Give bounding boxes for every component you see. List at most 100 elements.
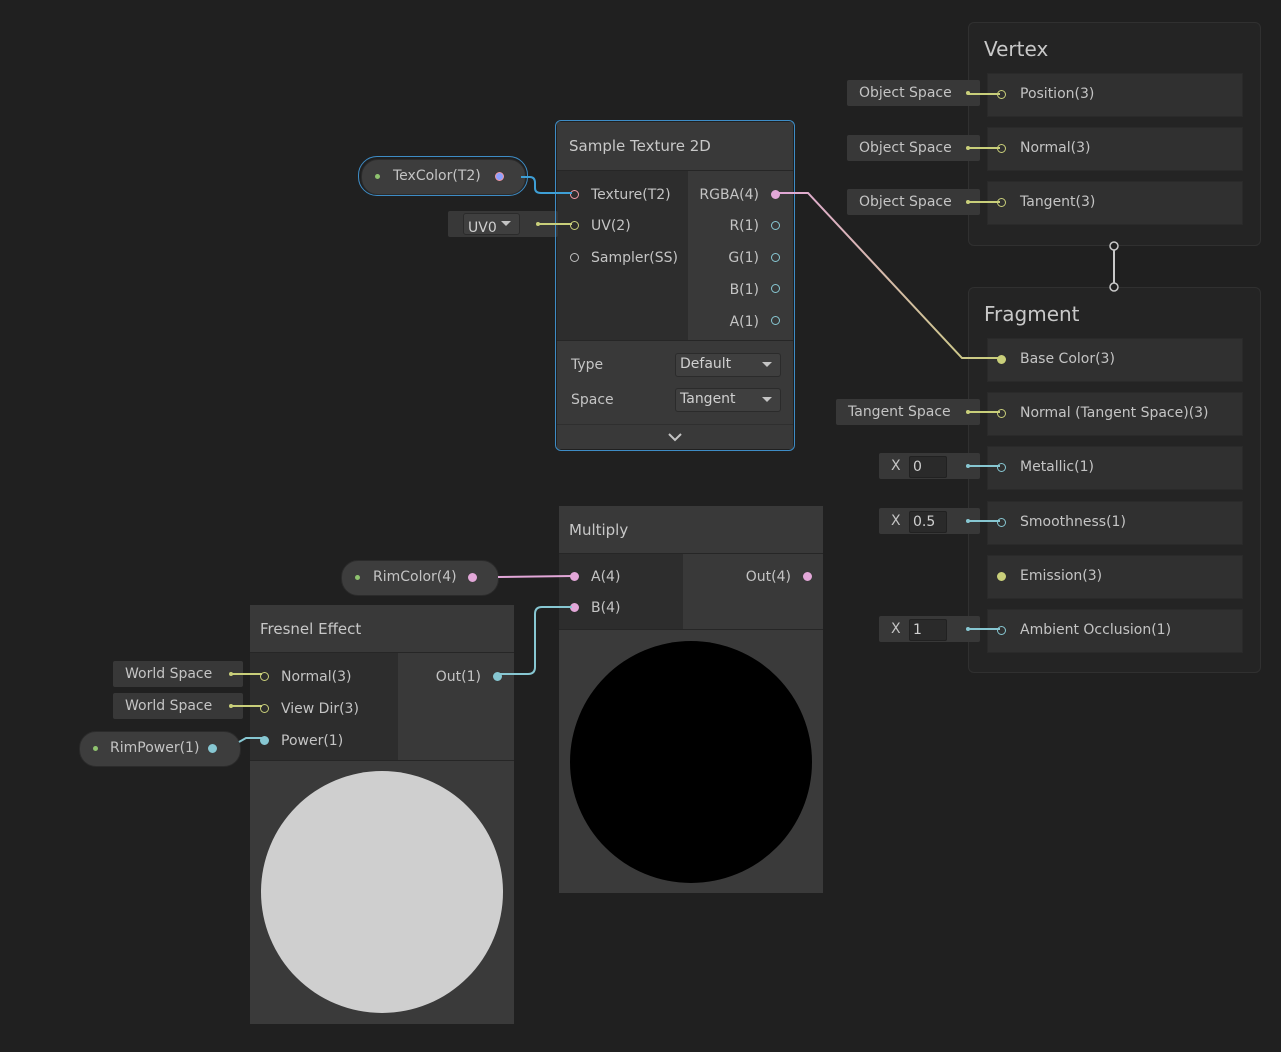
- wire-rgba-basecolor: [778, 192, 1000, 359]
- ao-value-field[interactable]: 1: [909, 619, 947, 641]
- ao-port[interactable]: [997, 626, 1006, 635]
- vertex-block-position[interactable]: Position(3): [987, 73, 1243, 117]
- connector-dot: [966, 410, 970, 414]
- position-port[interactable]: [997, 90, 1006, 99]
- space-dropdown[interactable]: Tangent: [675, 388, 781, 412]
- connector-dot: [966, 146, 970, 150]
- preview-sphere-white: [261, 771, 503, 1013]
- fragment-block-metallic[interactable]: Metallic(1): [987, 446, 1243, 490]
- fragment-block-smoothness[interactable]: Smoothness(1): [987, 501, 1243, 545]
- metallic-value-field[interactable]: 0: [909, 456, 947, 478]
- chevron-down-icon: [762, 362, 772, 367]
- fragment-title: Fragment: [984, 302, 1080, 326]
- vertex-block-normal[interactable]: Normal(3): [987, 127, 1243, 171]
- tangent-port[interactable]: [997, 198, 1006, 207]
- texcolor-output-port[interactable]: [495, 172, 504, 181]
- tangent-space-chip[interactable]: Object Space: [847, 189, 980, 215]
- a-output-label: A(1): [729, 314, 759, 330]
- vertex-block-tangent[interactable]: Tangent(3): [987, 181, 1243, 225]
- node-header[interactable]: Sample Texture 2D: [557, 122, 793, 171]
- texcolor-property-node[interactable]: TexColor(T2): [361, 159, 526, 195]
- ao-value-chip: X 1: [879, 616, 980, 642]
- uv-channel-dropdown[interactable]: UV0: [463, 213, 520, 236]
- connector-dot: [966, 91, 970, 95]
- rimcolor-property-node[interactable]: RimColor(4): [341, 560, 499, 596]
- normal-space-chip[interactable]: Object Space: [847, 135, 980, 161]
- normal-input-label: Normal(3): [281, 669, 352, 685]
- b-input-label: B(4): [591, 600, 621, 616]
- a-input-label: A(4): [591, 569, 621, 585]
- metallic-port[interactable]: [997, 463, 1006, 472]
- node-header[interactable]: Fresnel Effect: [250, 605, 514, 653]
- texture-input-label: Texture(T2): [591, 187, 671, 203]
- frag-normal-space-chip[interactable]: Tangent Space: [836, 399, 980, 425]
- frag-normal-label: Normal (Tangent Space)(3): [1020, 405, 1209, 421]
- connector-dot: [966, 627, 970, 631]
- multiply-node[interactable]: Multiply A(4) B(4) Out(4): [559, 506, 823, 893]
- uv-channel-chip: UV0: [448, 211, 558, 237]
- fragment-block-base-color[interactable]: Base Color(3): [987, 338, 1243, 382]
- space-label: Space: [571, 392, 614, 408]
- frag-normal-port[interactable]: [997, 409, 1006, 418]
- fragment-block-normal[interactable]: Normal (Tangent Space)(3): [987, 392, 1243, 436]
- type-dropdown-value: Default: [680, 356, 732, 372]
- texture-input-port[interactable]: [570, 190, 579, 199]
- out-output-label: Out(4): [745, 569, 791, 585]
- space-dropdown-value: Tangent: [680, 391, 736, 407]
- b-output-port[interactable]: [771, 284, 780, 293]
- output-pane: [683, 554, 823, 629]
- r-output-label: R(1): [729, 218, 759, 234]
- node-divider: [557, 424, 793, 425]
- g-output-port[interactable]: [771, 253, 780, 262]
- normal-label: Normal(3): [1020, 140, 1091, 156]
- emission-port[interactable]: [997, 572, 1006, 581]
- position-space-chip[interactable]: Object Space: [847, 80, 980, 106]
- rimpower-output-port[interactable]: [208, 744, 217, 753]
- position-space-text: Object Space: [859, 85, 952, 101]
- smoothness-port[interactable]: [997, 518, 1006, 527]
- r-output-port[interactable]: [771, 221, 780, 230]
- smoothness-value-field[interactable]: 0.5: [909, 511, 947, 533]
- preview-area: [250, 761, 514, 1024]
- rimcolor-output-port[interactable]: [468, 573, 477, 582]
- a-input-port[interactable]: [570, 572, 579, 581]
- fresnel-effect-node[interactable]: Fresnel Effect Normal(3) View Dir(3) Pow…: [250, 605, 514, 1024]
- fresnel-viewdir-space-chip[interactable]: World Space: [113, 693, 243, 719]
- power-input-port[interactable]: [260, 736, 269, 745]
- normal-port[interactable]: [997, 144, 1006, 153]
- smoothness-label: Smoothness(1): [1020, 514, 1126, 530]
- fragment-block-emission[interactable]: Emission(3): [987, 555, 1243, 599]
- texcolor-label: TexColor(T2): [393, 168, 481, 184]
- type-dropdown[interactable]: Default: [675, 353, 781, 377]
- metallic-label: Metallic(1): [1020, 459, 1094, 475]
- out-output-port[interactable]: [803, 572, 812, 581]
- node-title: Multiply: [569, 521, 629, 539]
- fragment-block-ao[interactable]: Ambient Occlusion(1): [987, 609, 1243, 653]
- viewdir-input-port[interactable]: [260, 704, 269, 713]
- connector-dot: [536, 222, 540, 226]
- rimpower-property-node[interactable]: RimPower(1): [79, 731, 241, 767]
- b-input-port[interactable]: [570, 603, 579, 612]
- node-divider: [557, 340, 793, 341]
- chevron-down-icon: [762, 397, 772, 402]
- sampler-input-port[interactable]: [570, 253, 579, 262]
- input-pane: [559, 554, 683, 629]
- expand-chevron-icon[interactable]: [667, 431, 683, 443]
- smoothness-axis: X: [891, 513, 901, 529]
- emission-label: Emission(3): [1020, 568, 1103, 584]
- a-output-port[interactable]: [771, 316, 780, 325]
- fresnel-out-port[interactable]: [493, 672, 502, 681]
- sample-texture-2d-node[interactable]: Sample Texture 2D Type Default Space Tan…: [557, 122, 793, 449]
- normal-input-port[interactable]: [260, 672, 269, 681]
- rgba-output-port[interactable]: [771, 190, 780, 199]
- base-color-port[interactable]: [997, 355, 1006, 364]
- fragment-stack[interactable]: Fragment Base Color(3) Normal (Tangent S…: [968, 287, 1261, 673]
- vertex-stack[interactable]: Vertex Position(3) Normal(3) Tangent(3): [968, 22, 1261, 246]
- node-header[interactable]: Multiply: [559, 506, 823, 554]
- uv-input-port[interactable]: [570, 221, 579, 230]
- fresnel-normal-space-chip[interactable]: World Space: [113, 661, 243, 687]
- rimpower-label: RimPower(1): [110, 740, 200, 756]
- power-input-label: Power(1): [281, 733, 344, 749]
- uv-input-label: UV(2): [591, 218, 631, 234]
- base-color-label: Base Color(3): [1020, 351, 1115, 367]
